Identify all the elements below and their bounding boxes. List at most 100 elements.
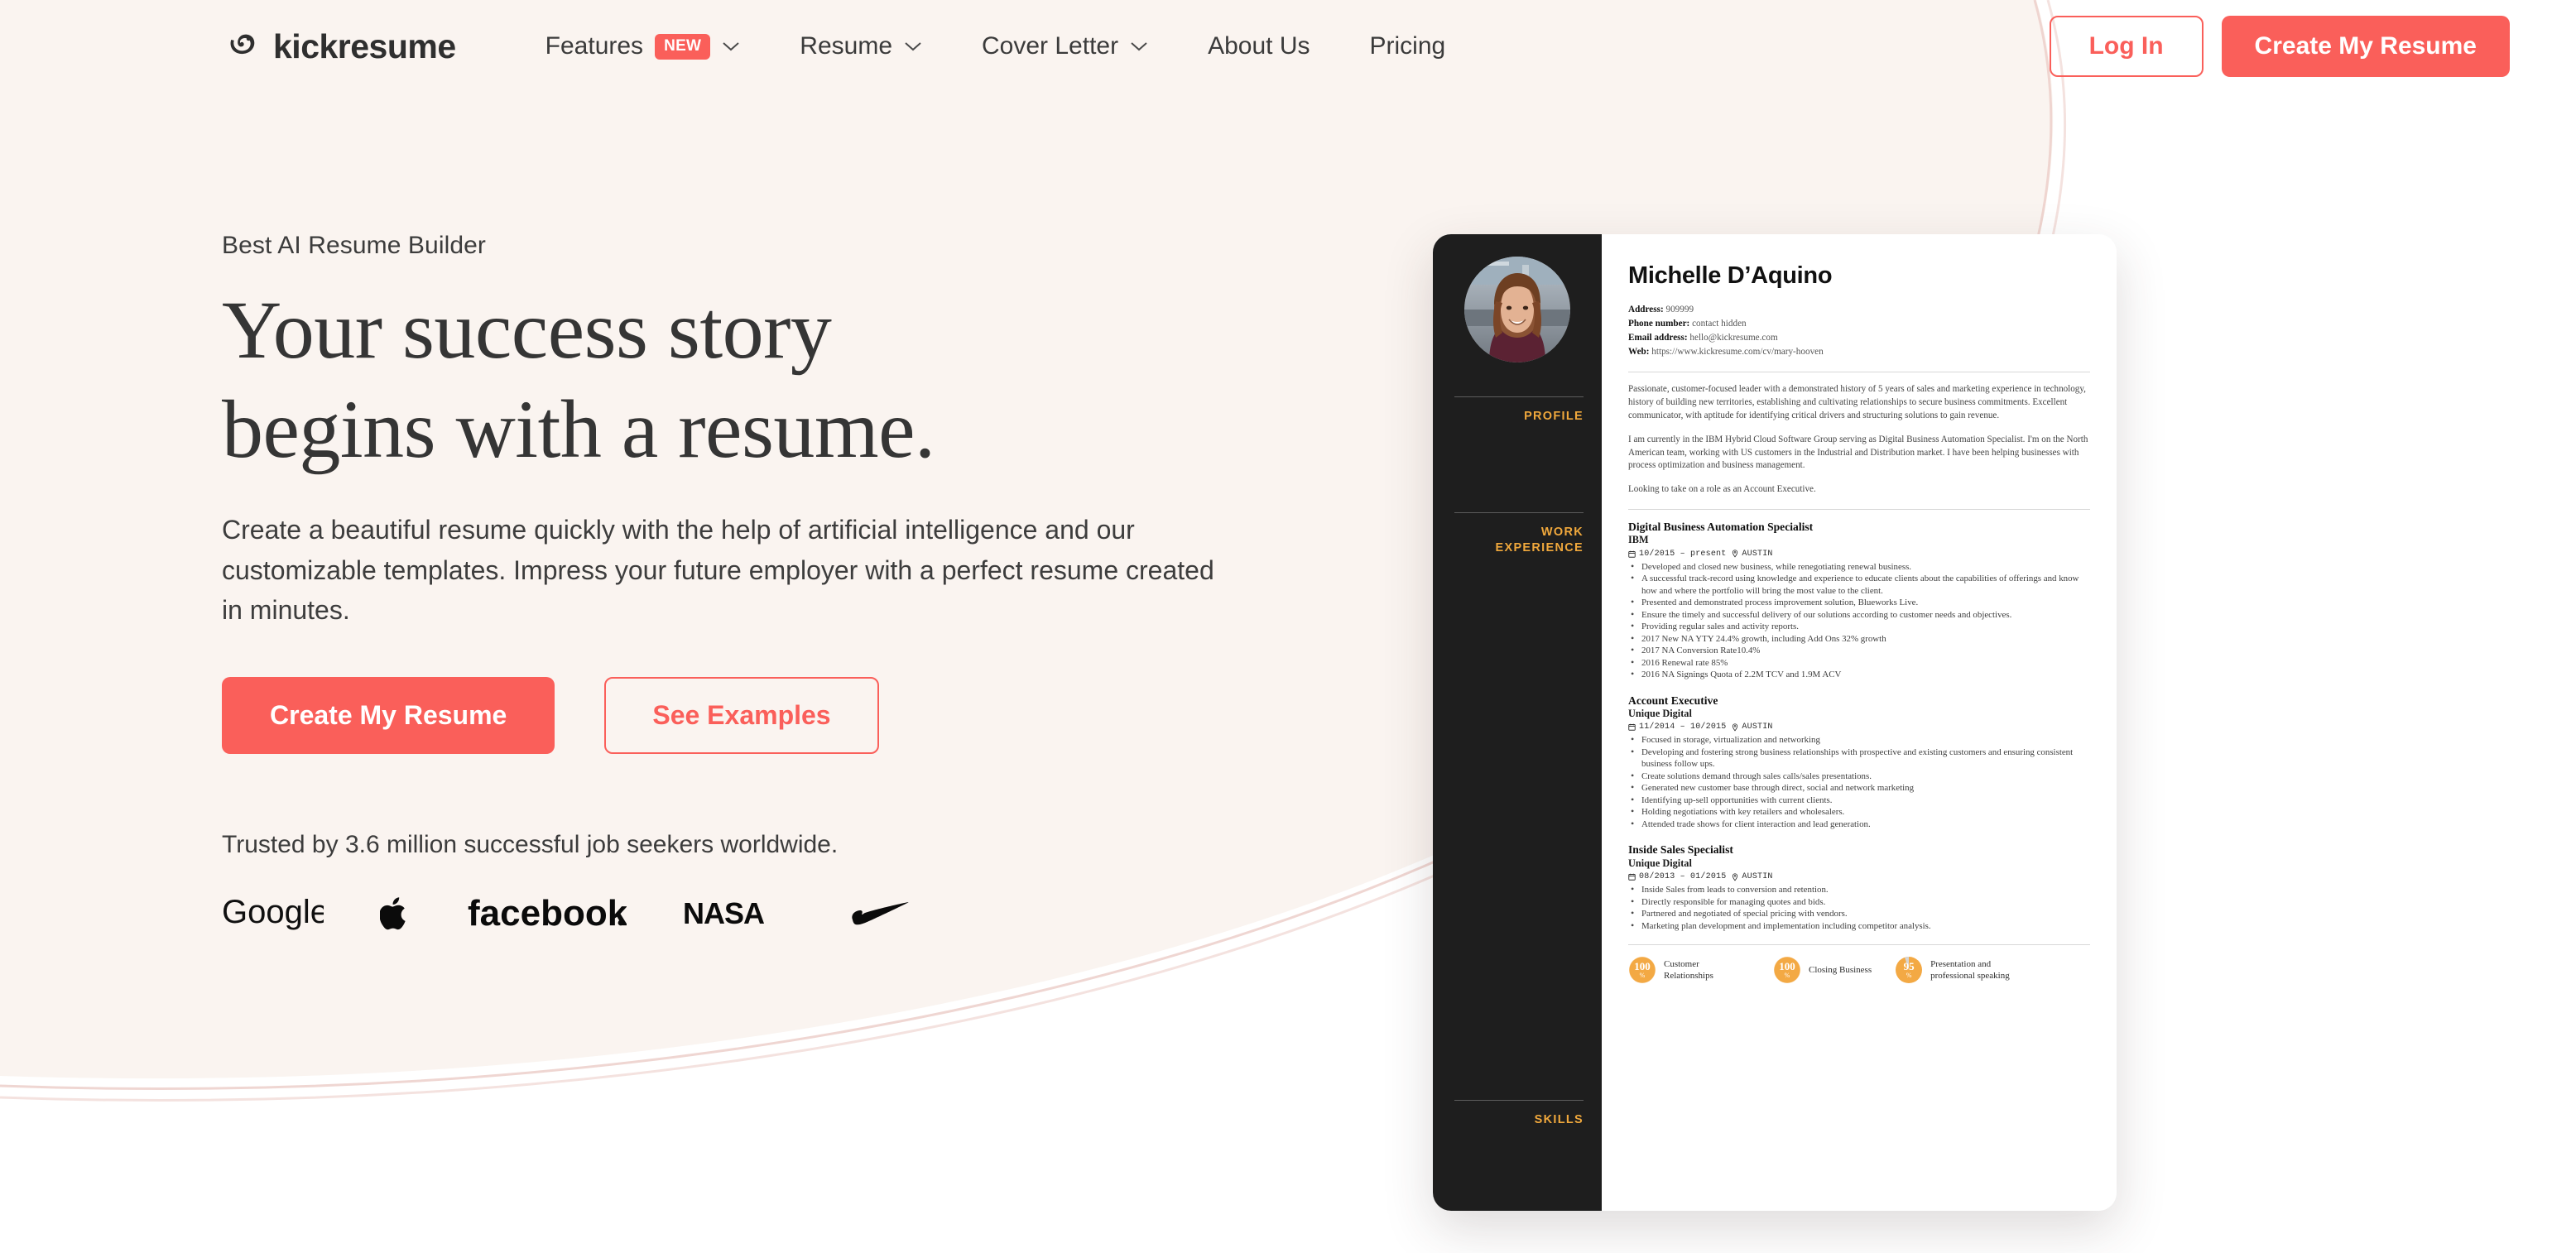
skill-number: 100: [1779, 960, 1795, 973]
calendar-icon: [1628, 873, 1636, 881]
list-item: Identifying up-sell opportunities with c…: [1628, 794, 2090, 807]
work-experience-entry: Account Executive Unique Digital 11/2014…: [1628, 694, 2090, 831]
list-item: Generated new customer base through dire…: [1628, 781, 2090, 795]
skill-number: 95: [1903, 960, 1915, 973]
list-item: 2017 NA Conversion Rate10.4%: [1628, 644, 2090, 657]
profile-paragraph-1: Passionate, customer-focused leader with…: [1628, 384, 2086, 420]
list-item: Create solutions demand through sales ca…: [1628, 770, 2090, 783]
job-company: Unique Digital: [1628, 708, 1692, 720]
nav-label-cover-letter: Cover Letter: [982, 32, 1119, 60]
sidebar-label-profile: PROFILE: [1524, 410, 1584, 423]
job-location-text: AUSTIN: [1742, 872, 1773, 882]
divider: [1628, 509, 2090, 511]
calendar-icon: [1628, 724, 1636, 732]
resume-preview-card[interactable]: PROFILE WORK EXPERIENCE SKILLS Michelle …: [1433, 234, 2117, 1211]
resume-skills-list: 100 % Customer Relationships 100 % Closi…: [1628, 956, 2090, 984]
job-location: AUSTIN: [1732, 550, 1772, 559]
headline-line-1: Your success story: [222, 284, 832, 376]
nav-label-about-us: About Us: [1208, 32, 1310, 60]
job-dates: 11/2014 – 10/2015: [1628, 723, 1726, 732]
trusted-by-text: Trusted by 3.6 million successful job se…: [222, 830, 839, 858]
job-bullet-list: Focused in storage, virtualization and n…: [1628, 733, 2090, 830]
job-location: AUSTIN: [1732, 723, 1772, 732]
resume-profile-text: Passionate, customer-focused leader with…: [1628, 383, 2090, 497]
skill-unit: %: [1906, 972, 1912, 980]
skill-name: Closing Business: [1809, 965, 1872, 976]
list-item: 2017 New NA YTY 24.4% growth, including …: [1628, 632, 2090, 646]
contact-value-phone: contact hidden: [1692, 319, 1747, 329]
location-pin-icon: [1733, 872, 1738, 881]
hero-description: Create a beautiful resume quickly with t…: [222, 515, 1214, 626]
brand-logo[interactable]: kickresume: [222, 27, 456, 66]
list-item: Inside Sales from leads to conversion an…: [1628, 883, 2090, 896]
nav-item-features[interactable]: Features NEW: [516, 23, 771, 70]
list-item: Presented and demonstrated process impro…: [1628, 596, 2090, 609]
client-logos: Google facebook NASA: [222, 889, 1397, 939]
nav-item-pricing[interactable]: Pricing: [1340, 23, 1476, 70]
create-my-resume-button[interactable]: Create My Resume: [222, 676, 555, 754]
nav-label-pricing: Pricing: [1369, 32, 1446, 60]
location-pin-icon: [1733, 723, 1738, 732]
page-title: Your success story begins with a resume.: [222, 288, 1397, 472]
top-navigation-bar: kickresume Features NEW Resume Cover Let…: [0, 0, 2576, 93]
job-bullet-list: Developed and closed new business, while…: [1628, 560, 2090, 681]
hero-cta-group: Create My Resume See Examples: [222, 676, 1397, 754]
resume-candidate-name: Michelle D’Aquino: [1628, 262, 1833, 289]
hero-section: Best AI Resume Builder Your success stor…: [222, 232, 1397, 939]
resume-body: Michelle D’Aquino Address: 909999 Phone …: [1602, 234, 2117, 1211]
skill-item: 100 % Customer Relationships: [1628, 956, 1750, 984]
hero-eyebrow: Best AI Resume Builder: [222, 232, 487, 259]
list-item: 2016 Renewal rate 85%: [1628, 656, 2090, 670]
list-item: Holding negotiations with key retailers …: [1628, 805, 2090, 819]
skill-dial: 100 %: [1628, 956, 1656, 984]
new-badge: NEW: [655, 33, 711, 60]
job-location: AUSTIN: [1732, 872, 1772, 881]
sidebar-label-work-line2: EXPERIENCE: [1495, 540, 1584, 554]
facebook-logo-icon: facebook: [468, 895, 627, 932]
job-title: Inside Sales Specialist: [1628, 843, 1733, 857]
create-my-resume-nav-button[interactable]: Create My Resume: [2221, 16, 2510, 77]
list-item: Focused in storage, virtualization and n…: [1628, 733, 2090, 747]
list-item: Developing and fostering strong business…: [1628, 746, 2090, 771]
work-experience-entry: Digital Business Automation Specialist I…: [1628, 521, 2090, 681]
brand-name: kickresume: [273, 26, 456, 65]
skill-unit: %: [1784, 972, 1790, 980]
job-location-text: AUSTIN: [1742, 723, 1773, 732]
headline-line-2: begins with a resume.: [222, 383, 935, 475]
chevron-down-icon: [905, 41, 921, 50]
sidebar-label-skills: SKILLS: [1534, 1113, 1584, 1126]
divider: [1454, 396, 1584, 397]
skill-name: Customer Relationships: [1664, 959, 1713, 982]
see-examples-button[interactable]: See Examples: [604, 676, 879, 754]
profile-paragraph-3: Looking to take on a role as an Account …: [1628, 484, 1816, 495]
svg-text:NASA: NASA: [683, 899, 765, 929]
nasa-logo-icon: NASA: [683, 899, 766, 929]
calendar-icon: [1628, 550, 1636, 558]
list-item: Providing regular sales and activity rep…: [1628, 620, 2090, 633]
job-location-text: AUSTIN: [1742, 549, 1773, 559]
contact-value-web: https://www.kickresume.com/cv/mary-hoove…: [1651, 347, 1824, 358]
profile-photo-image: [1464, 257, 1570, 362]
avatar: [1464, 257, 1570, 362]
contact-row-phone: Phone number: contact hidden: [1628, 317, 2090, 331]
nav-item-resume[interactable]: Resume: [770, 23, 952, 70]
skill-name: Presentation and professional speaking: [1930, 959, 2010, 982]
skill-item: 95 % Presentation and professional speak…: [1895, 956, 2016, 984]
list-item: A successful track-record using knowledg…: [1628, 572, 2090, 597]
divider: [1454, 1100, 1584, 1101]
skill-dial: 100 %: [1773, 956, 1801, 984]
sidebar-label-work-experience: WORK EXPERIENCE: [1433, 525, 1602, 556]
skill-item: 100 % Closing Business: [1773, 956, 1872, 984]
nav-item-about-us[interactable]: About Us: [1178, 23, 1339, 70]
skill-value: 95 %: [1895, 956, 1923, 984]
contact-value-email: hello@kickresume.com: [1689, 333, 1778, 343]
job-meta: 08/2013 – 01/2015 AUSTIN: [1628, 872, 2090, 881]
contact-row-email: Email address: hello@kickresume.com: [1628, 331, 2090, 345]
list-item: 2016 NA Signings Quota of 2.2M TCV and 1…: [1628, 668, 2090, 681]
svg-text:Google: Google: [222, 896, 324, 930]
nav-item-cover-letter[interactable]: Cover Letter: [952, 23, 1178, 70]
resume-sidebar: PROFILE WORK EXPERIENCE SKILLS: [1433, 234, 1602, 1211]
login-button[interactable]: Log In: [2049, 16, 2204, 77]
skill-value: 100 %: [1773, 956, 1801, 984]
nav-label-features: Features: [545, 32, 644, 60]
